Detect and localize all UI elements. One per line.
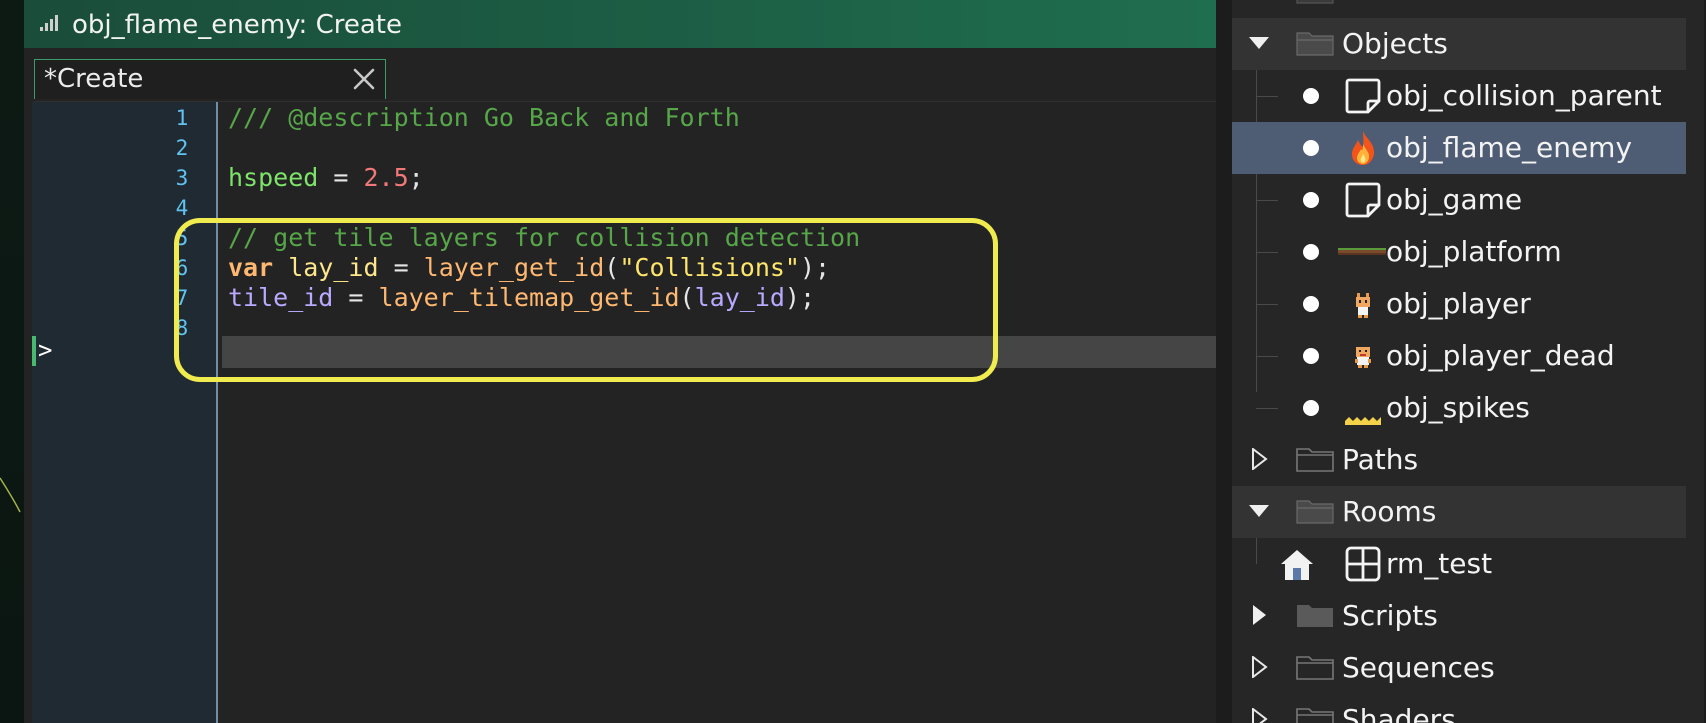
tab-create-label: *Create — [44, 64, 144, 94]
tree-item-label: obj_flame_enemy — [1386, 131, 1633, 164]
spikes-sprite-icon — [1345, 417, 1381, 425]
code-editor-window: obj_flame_enemy: Create *Create 1 2 3 4 … — [24, 0, 1216, 723]
code-builtin-var: hspeed — [228, 163, 319, 192]
folder-icon — [1296, 656, 1334, 680]
bullet-icon — [1303, 192, 1319, 208]
player-sprite-icon — [1356, 293, 1370, 318]
code-punct: ; — [408, 163, 424, 192]
tree-item-obj-player[interactable]: obj_player — [1232, 278, 1686, 330]
bullet-icon — [1303, 88, 1319, 104]
editor-title: obj_flame_enemy: Create — [72, 10, 402, 40]
code-line-1: /// @description Go Back and Forth — [228, 102, 740, 134]
tree-folder-label: Scripts — [1342, 599, 1438, 632]
tree-item-label: rm_test — [1386, 547, 1493, 580]
object-default-icon — [1345, 78, 1381, 114]
folder-icon — [1296, 448, 1334, 472]
line-number: 1 — [175, 106, 189, 130]
tree-folder-scripts[interactable]: Scripts — [1232, 590, 1686, 642]
home-room-icon — [1281, 550, 1313, 580]
changed-line-marker — [32, 336, 36, 366]
tree-item-label: obj_player_dead — [1386, 339, 1615, 372]
code-text-area[interactable]: /// @description Go Back and Forth hspee… — [218, 102, 1216, 723]
editor-titlebar[interactable]: obj_flame_enemy: Create — [24, 0, 1216, 49]
bullet-icon — [1303, 296, 1319, 312]
tree-folder-label: Shaders — [1342, 703, 1456, 723]
tree-folder-rooms[interactable]: Rooms — [1232, 486, 1686, 538]
tree-item-label: obj_player — [1386, 287, 1531, 320]
tree-folder-label: Rooms — [1342, 495, 1437, 528]
backdrop-curve — [0, 477, 21, 513]
flame-icon — [1352, 131, 1375, 165]
code-number: 2.5 — [363, 163, 409, 192]
tree-folder-shaders[interactable]: Shaders — [1232, 694, 1686, 723]
code-line-3: hspeed = 2.5; — [228, 162, 424, 194]
chevron-right-icon[interactable] — [1248, 448, 1270, 470]
chevron-right-icon[interactable] — [1248, 708, 1270, 723]
line-number: 3 — [175, 166, 189, 190]
tree-folder-paths[interactable]: Paths — [1232, 434, 1686, 486]
tree-item-obj-flame-enemy[interactable]: obj_flame_enemy — [1232, 122, 1686, 174]
annotation-highlight-box — [174, 218, 998, 382]
tree-item-label: obj_platform — [1386, 235, 1562, 268]
bullet-icon — [1303, 400, 1319, 416]
tree-folder-label: Objects — [1342, 27, 1448, 60]
bullet-icon — [1303, 140, 1319, 156]
tree-folder-sequences[interactable]: Sequences — [1232, 642, 1686, 694]
platform-sprite-icon — [1338, 248, 1386, 255]
line-number: 2 — [175, 136, 189, 160]
bullet-icon — [1303, 348, 1319, 364]
tree-folder-objects[interactable]: Objects — [1232, 18, 1686, 70]
code-comment: /// @description Go Back and Forth — [228, 103, 740, 132]
folder-filled-icon — [1297, 605, 1333, 627]
chevron-down-icon[interactable] — [1248, 500, 1270, 522]
asset-browser-panel: Objects obj_collision_parent obj_flame_e… — [1216, 0, 1706, 723]
tree-folder-label: Paths — [1342, 443, 1419, 476]
object-default-icon — [1345, 182, 1381, 218]
chevron-right-icon[interactable] — [1248, 604, 1270, 626]
chevron-down-icon[interactable] — [1248, 32, 1270, 54]
player-dead-sprite-icon — [1355, 347, 1371, 368]
editor-tabbar: *Create — [24, 48, 1216, 103]
tree-item-obj-platform[interactable]: obj_platform — [1232, 226, 1686, 278]
current-line-arrow-icon: > — [38, 336, 53, 364]
window-grip-icon[interactable] — [40, 14, 60, 32]
chevron-right-icon[interactable] — [1248, 656, 1270, 678]
line-number-gutter: 1 2 3 4 5 6 7 8 — [32, 102, 216, 723]
tree-folder-label: Sequences — [1342, 651, 1495, 684]
tab-create[interactable]: *Create — [34, 59, 386, 99]
folder-open-icon — [1296, 32, 1334, 56]
code-operator: = — [318, 163, 364, 192]
tree-item-rm-test[interactable]: rm_test — [1232, 538, 1686, 590]
close-icon[interactable] — [351, 66, 377, 92]
tree-item-obj-collision-parent[interactable]: obj_collision_parent — [1232, 70, 1686, 122]
tree-item-obj-player-dead[interactable]: obj_player_dead — [1232, 330, 1686, 382]
tree-row-clipped[interactable] — [1232, 0, 1686, 18]
tree-item-obj-game[interactable]: obj_game — [1232, 174, 1686, 226]
tree-item-obj-spikes[interactable]: obj_spikes — [1232, 382, 1686, 434]
bullet-icon — [1303, 244, 1319, 260]
tree-item-label: obj_game — [1386, 183, 1523, 216]
folder-icon — [1296, 708, 1334, 723]
folder-icon — [1296, 0, 1334, 4]
folder-open-icon — [1296, 500, 1334, 524]
room-icon — [1345, 546, 1381, 582]
tree-item-label: obj_spikes — [1386, 391, 1530, 424]
tree-item-label: obj_collision_parent — [1386, 79, 1662, 112]
